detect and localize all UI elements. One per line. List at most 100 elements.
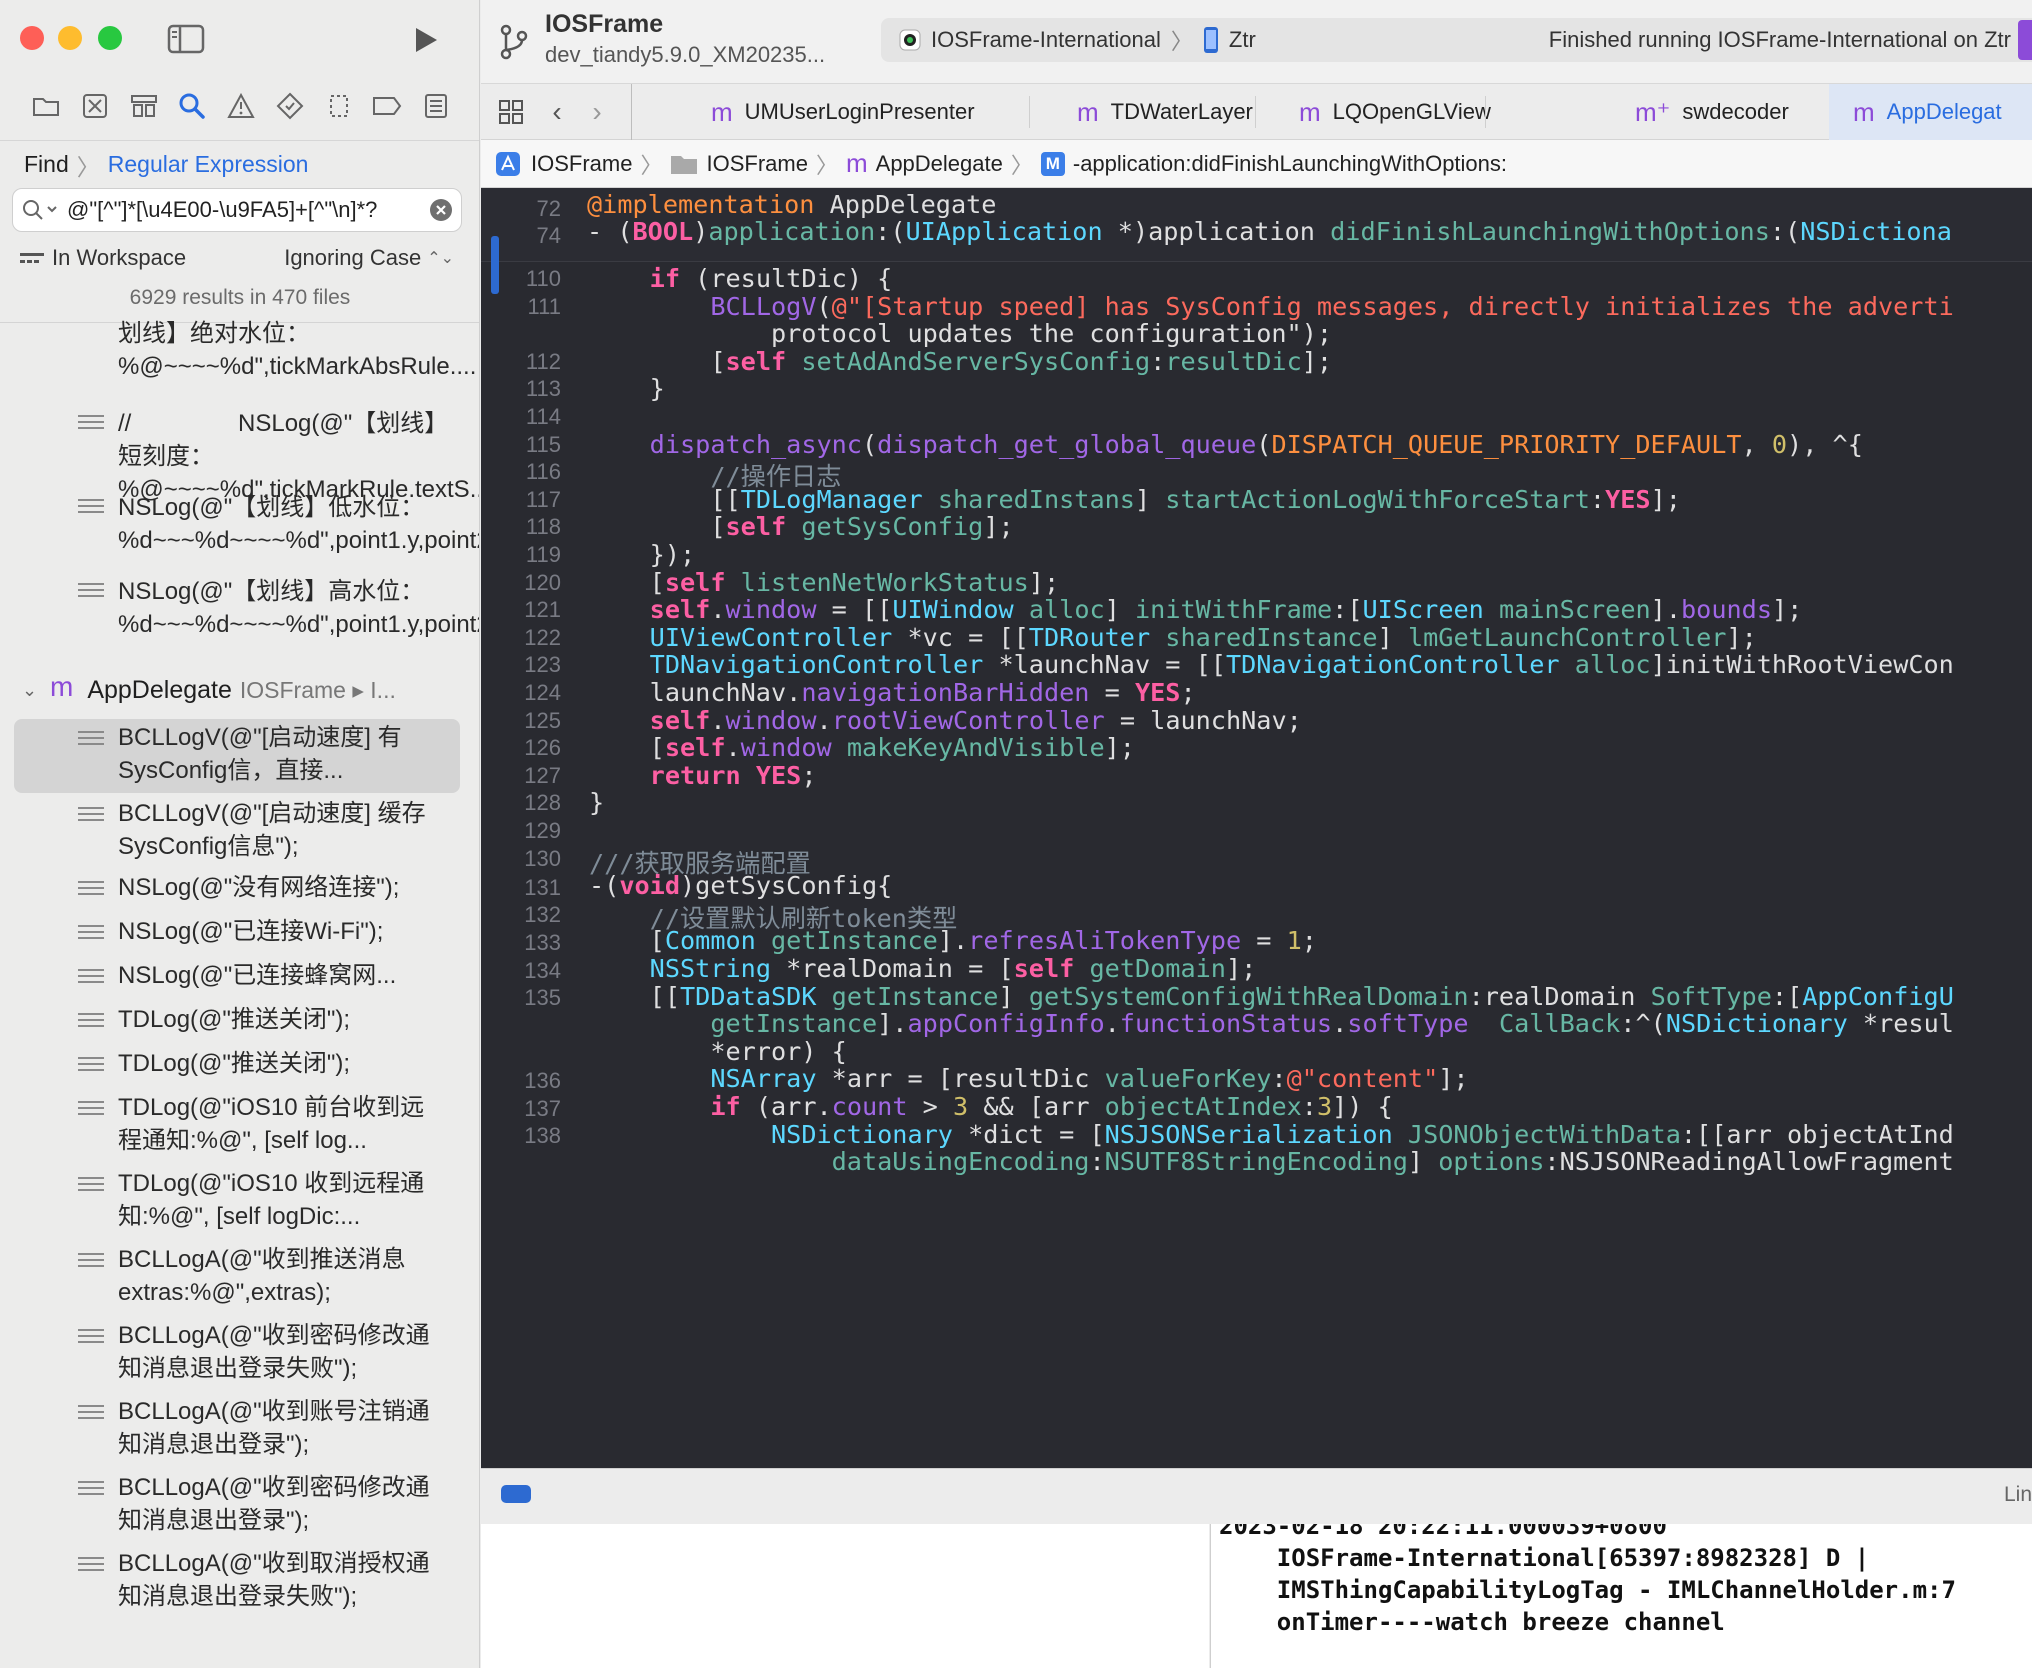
branch-name[interactable]: dev_tiandy5.9.0_XM20235... (545, 42, 825, 68)
case-selector[interactable]: Ignoring Case ⌃⌄ (284, 245, 468, 271)
find-search-field[interactable] (12, 188, 462, 232)
code-line[interactable]: NSString *realDomain = [self getDomain]; (589, 954, 1257, 983)
list-item[interactable]: NSLog(@"【划线】低水位：%d~~~%d~~~~%d",point1.y,… (0, 491, 479, 567)
code-line[interactable]: } (589, 374, 665, 403)
line-number[interactable]: 124 (481, 680, 561, 706)
code-line[interactable]: getInstance].appConfigInfo.functionStatu… (589, 1009, 1954, 1038)
code-line[interactable]: UIViewController *vc = [[TDRouter shared… (589, 623, 1757, 652)
line-number[interactable]: 116 (481, 459, 561, 485)
tab-swdecoder[interactable]: m⁺ swdecoder (1635, 84, 1789, 140)
find-style-selector[interactable]: Regular Expression (108, 151, 309, 178)
find-mode-label[interactable]: Find (24, 151, 69, 178)
related-items-icon[interactable] (495, 96, 527, 128)
line-number[interactable]: 134 (481, 958, 561, 984)
scheme-selector[interactable]: IOSFrame-International (931, 27, 1161, 53)
tab-appdelegate[interactable]: m AppDelegat (1829, 84, 2032, 140)
list-item[interactable]: TDLog(@"推送关闭"); (0, 1005, 479, 1039)
list-item[interactable]: 划线】绝对水位：%@~~~~%d",tickMarkAbsRule.... (0, 320, 479, 397)
code-line[interactable]: return YES; (589, 761, 817, 790)
test-icon[interactable] (270, 86, 310, 126)
code-line[interactable]: -(void)getSysConfig{ (589, 871, 892, 900)
line-number[interactable]: 127 (481, 763, 561, 789)
list-item[interactable]: BCLLogA(@"收到账号注销通知消息退出登录"); (0, 1397, 479, 1463)
list-item[interactable]: NSLog(@"已连接蜂窝网... (0, 961, 479, 995)
list-item[interactable]: BCLLogA(@"收到密码修改通知消息退出登录失败"); (0, 1321, 479, 1387)
line-number[interactable]: 122 (481, 625, 561, 651)
line-number[interactable]: 126 (481, 735, 561, 761)
code-line[interactable]: protocol updates the configuration"); (589, 319, 1332, 348)
variables-view[interactable] (481, 1524, 1209, 1668)
code-line[interactable]: if (resultDic) { (589, 264, 893, 293)
run-icon[interactable] (408, 22, 444, 58)
sidebar-toggle-icon[interactable] (166, 22, 206, 56)
code-line[interactable]: [Common getInstance].refresAliTokenType … (589, 926, 1317, 955)
code-line[interactable]: [self listenNetWorkStatus]; (589, 568, 1059, 597)
jump-file[interactable]: AppDelegate (876, 151, 1003, 177)
list-item[interactable]: // NSLog(@"【划线】短刻度：%@~~~~%d",tickMarkRul… (0, 407, 479, 503)
line-number[interactable]: 129 (481, 818, 561, 844)
line-number[interactable]: 133 (481, 930, 561, 956)
code-line[interactable]: }); (589, 540, 696, 569)
line-number[interactable]: 130 (481, 846, 561, 872)
list-item[interactable]: BCLLogV(@"[启动速度] 有SysConfig信，直接... (0, 719, 479, 793)
find-search-input[interactable] (61, 197, 429, 223)
search-icon[interactable] (21, 198, 61, 222)
debug-icon[interactable] (319, 86, 359, 126)
code-line[interactable]: - (BOOL)application:(UIApplication *)app… (587, 217, 1952, 246)
list-item[interactable]: NSLog(@"已连接Wi-Fi"); (0, 917, 479, 951)
code-line[interactable]: [[TDDataSDK getInstance] getSystemConfig… (589, 982, 1954, 1011)
line-number[interactable]: 132 (481, 902, 561, 928)
close-window-button[interactable] (20, 26, 44, 50)
code-line[interactable]: [self.window makeKeyAndVisible]; (589, 733, 1135, 762)
line-number[interactable]: 136 (481, 1068, 561, 1094)
line-number[interactable]: 131 (481, 875, 561, 901)
list-item[interactable]: BCLLogA(@"收到推送消息extras:%@",extras); (0, 1245, 479, 1311)
code-line[interactable]: } (589, 788, 604, 817)
code-line[interactable]: if (arr.count > 3 && [arr objectAtIndex:… (589, 1092, 1392, 1121)
line-number[interactable]: 135 (481, 985, 561, 1011)
line-number[interactable]: 137 (481, 1096, 561, 1122)
list-item[interactable]: TDLog(@"iOS10 前台收到远程通知:%@", [self log... (0, 1093, 479, 1159)
list-item[interactable]: TDLog(@"iOS10 收到远程通知:%@", [self logDic:.… (0, 1169, 479, 1235)
code-line[interactable]: self.window.rootViewController = launchN… (589, 706, 1302, 735)
code-line[interactable]: NSArray *arr = [resultDic valueForKey:@"… (589, 1064, 1468, 1093)
code-line[interactable]: [[TDLogManager sharedInstans] startActio… (589, 485, 1681, 514)
line-number[interactable]: 121 (481, 597, 561, 623)
tab-lqopenglview[interactable]: m LQOpenGLView (1299, 84, 1491, 140)
code-line[interactable]: @implementation AppDelegate (587, 190, 996, 219)
list-item[interactable]: TDLog(@"推送关闭"); (0, 1049, 479, 1083)
chevron-down-icon[interactable]: ⌄ (22, 680, 46, 701)
breakpoint-icon[interactable] (367, 86, 407, 126)
list-item[interactable]: NSLog(@"【划线】高水位：%d~~~%d~~~~%d",point1.y,… (0, 575, 479, 651)
symbol-icon[interactable] (124, 86, 164, 126)
line-number[interactable]: 119 (481, 542, 561, 568)
result-group-appdelegate[interactable]: ⌄ m AppDelegate IOSFrame ▸ I... (22, 671, 462, 707)
line-number[interactable]: 138 (481, 1123, 561, 1149)
code-line[interactable]: launchNav.navigationBarHidden = YES; (589, 678, 1196, 707)
breakpoints-toggle-icon[interactable] (501, 1485, 531, 1503)
folder-icon[interactable] (26, 86, 66, 126)
issue-icon[interactable] (221, 86, 261, 126)
source-control-icon[interactable] (75, 86, 115, 126)
tab-umuserloginpresenter[interactable]: m UMUserLoginPresenter (711, 84, 975, 140)
code-line[interactable]: dispatch_async(dispatch_get_global_queue… (589, 430, 1863, 459)
find-icon[interactable] (172, 86, 212, 126)
line-number[interactable]: 125 (481, 708, 561, 734)
back-icon[interactable]: ‹ (545, 96, 569, 128)
jump-folder[interactable]: IOSFrame (706, 151, 807, 177)
minimize-window-button[interactable] (58, 26, 82, 50)
line-number[interactable]: 112 (481, 349, 561, 375)
branch-icon[interactable] (495, 22, 531, 62)
code-line[interactable]: [self setAdAndServerSysConfig:resultDic]… (589, 347, 1332, 376)
code-line[interactable]: [self getSysConfig]; (589, 512, 1013, 541)
source-editor[interactable]: 72 @implementation AppDelegate 74- (BOOL)a… (481, 188, 2032, 1468)
tab-tdwaterlayer[interactable]: m TDWaterLayer (1077, 84, 1253, 140)
line-number[interactable]: 123 (481, 652, 561, 678)
code-line[interactable]: NSDictionary *dict = [NSJSONSerializatio… (589, 1120, 1954, 1149)
report-icon[interactable] (416, 86, 456, 126)
project-name[interactable]: IOSFrame (545, 10, 663, 39)
line-number[interactable]: 114 (481, 404, 561, 430)
console-output[interactable]: 2023-02-18 20:22:11.000039+0800 IOSFrame… (1210, 1524, 2032, 1668)
code-line[interactable]: *error) { (589, 1037, 846, 1066)
code-line[interactable]: TDNavigationController *launchNav = [[TD… (589, 650, 1954, 679)
